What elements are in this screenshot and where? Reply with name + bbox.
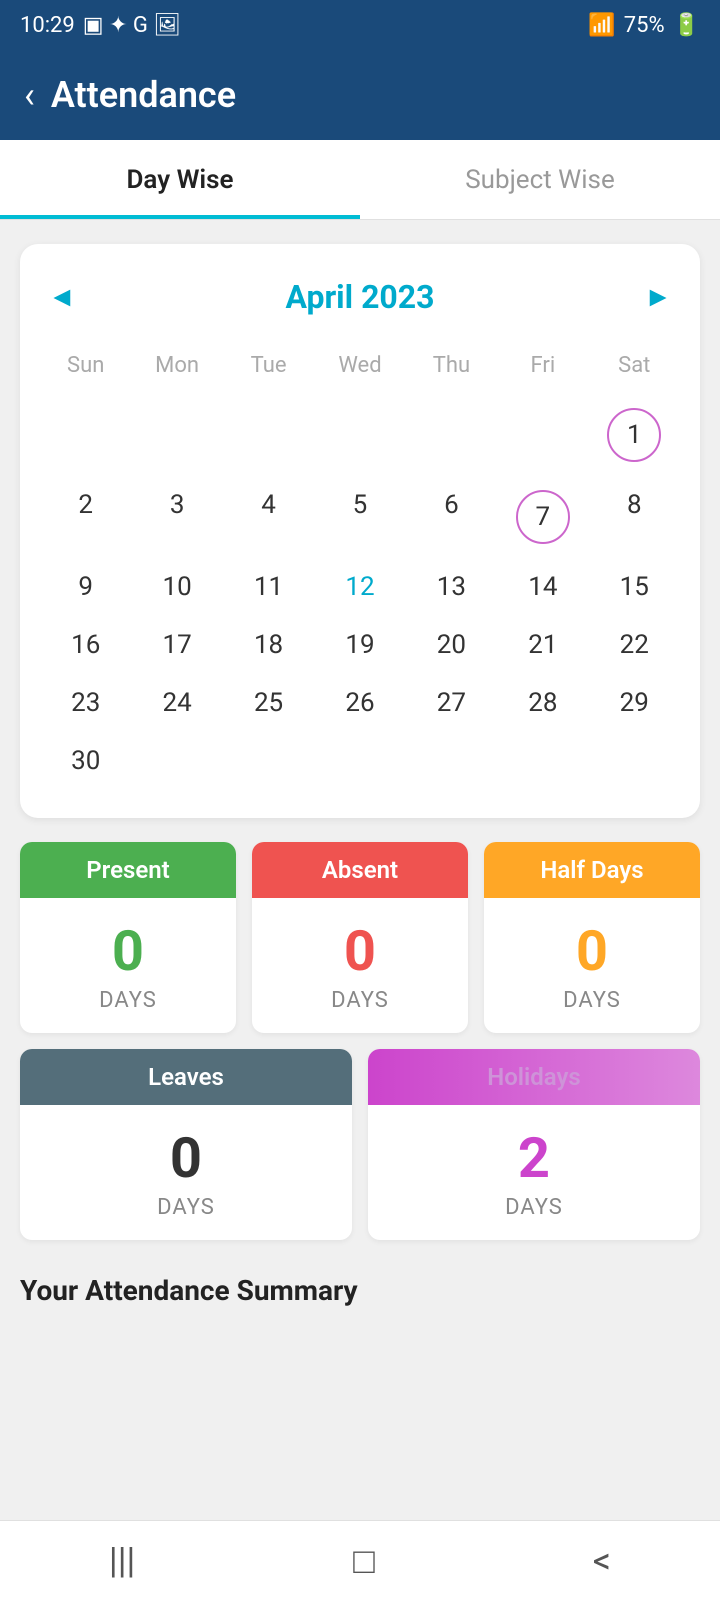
cal-day-9[interactable]: 9 (40, 558, 131, 616)
weekday-fri: Fri (497, 345, 588, 386)
cal-empty-end-6 (589, 732, 680, 790)
stat-holidays: Holidays 2 DAYS (368, 1049, 700, 1240)
stat-absent: Absent 0 DAYS (252, 842, 468, 1033)
cal-day-26[interactable]: 26 (314, 674, 405, 732)
weekday-thu: Thu (406, 345, 497, 386)
weekday-sun: Sun (40, 345, 131, 386)
cal-empty-end-2 (223, 732, 314, 790)
cal-day-4[interactable]: 4 (223, 476, 314, 558)
cal-day-15[interactable]: 15 (589, 558, 680, 616)
cal-day-16[interactable]: 16 (40, 616, 131, 674)
calendar-month-year: April 2023 (285, 278, 434, 316)
status-time: 10:29 (20, 13, 75, 38)
cal-day-23[interactable]: 23 (40, 674, 131, 732)
absent-value: 0 (252, 898, 468, 988)
stats-top-row: Present 0 DAYS Absent 0 DAYS Half Days 0… (20, 842, 700, 1033)
next-month-button[interactable]: ► (636, 272, 680, 321)
cal-day-6[interactable]: 6 (406, 476, 497, 558)
weekday-tue: Tue (223, 345, 314, 386)
prev-month-button[interactable]: ◄ (40, 272, 84, 321)
stat-present: Present 0 DAYS (20, 842, 236, 1033)
leaves-value: 0 (20, 1105, 352, 1195)
absent-unit: DAYS (252, 988, 468, 1033)
cal-day-1[interactable]: 1 (589, 394, 680, 476)
menu-icon[interactable]: ||| (109, 1540, 135, 1582)
holidays-unit: DAYS (368, 1195, 700, 1240)
cal-day-5[interactable]: 5 (314, 476, 405, 558)
holidays-label: Holidays (368, 1049, 700, 1105)
leaves-label: Leaves (20, 1049, 352, 1105)
cal-empty-end-5 (497, 732, 588, 790)
cal-day-3[interactable]: 3 (131, 476, 222, 558)
cal-day-8[interactable]: 8 (589, 476, 680, 558)
absent-label: Absent (252, 842, 468, 898)
tab-subject-wise[interactable]: Subject Wise (360, 140, 720, 219)
cal-day-30[interactable]: 30 (40, 732, 131, 790)
halfdays-value: 0 (484, 898, 700, 988)
cal-day-25[interactable]: 25 (223, 674, 314, 732)
cal-day-28[interactable]: 28 (497, 674, 588, 732)
stat-halfdays: Half Days 0 DAYS (484, 842, 700, 1033)
app-header: ‹ Attendance (0, 50, 720, 140)
weekday-mon: Mon (131, 345, 222, 386)
wifi-icon: 📶 (588, 13, 615, 38)
leaves-unit: DAYS (20, 1195, 352, 1240)
cal-day-12[interactable]: 12 (314, 558, 405, 616)
cal-empty-end-3 (314, 732, 405, 790)
cal-day-13[interactable]: 13 (406, 558, 497, 616)
holidays-value: 2 (368, 1105, 700, 1195)
weekday-sat: Sat (589, 345, 680, 386)
present-value: 0 (20, 898, 236, 988)
bottom-nav: ||| □ < (0, 1520, 720, 1600)
cal-day-22[interactable]: 22 (589, 616, 680, 674)
main-content: ◄ April 2023 ► Sun Mon Tue Wed Thu Fri S… (0, 220, 720, 1351)
status-right: 📶 75% 🔋 (588, 13, 700, 38)
cal-day-20[interactable]: 20 (406, 616, 497, 674)
cal-day-18[interactable]: 18 (223, 616, 314, 674)
calendar-header: ◄ April 2023 ► (40, 272, 680, 321)
cal-day-17[interactable]: 17 (131, 616, 222, 674)
status-left: 10:29 ▣ ✦ G 🖼 (20, 13, 181, 38)
stats-bottom-row: Leaves 0 DAYS Holidays 2 DAYS (20, 1049, 700, 1240)
stat-leaves: Leaves 0 DAYS (20, 1049, 352, 1240)
cal-day-7[interactable]: 7 (497, 476, 588, 558)
halfdays-label: Half Days (484, 842, 700, 898)
calendar-weekdays: Sun Mon Tue Wed Thu Fri Sat (40, 345, 680, 386)
cal-day-29[interactable]: 29 (589, 674, 680, 732)
cal-day-10[interactable]: 10 (131, 558, 222, 616)
status-icons: ▣ ✦ G 🖼 (83, 13, 182, 38)
present-unit: DAYS (20, 988, 236, 1033)
cal-empty-5 (406, 394, 497, 476)
status-bar: 10:29 ▣ ✦ G 🖼 📶 75% 🔋 (0, 0, 720, 50)
cal-day-24[interactable]: 24 (131, 674, 222, 732)
cal-day-2[interactable]: 2 (40, 476, 131, 558)
present-label: Present (20, 842, 236, 898)
cal-empty-6 (497, 394, 588, 476)
cal-empty-end-4 (406, 732, 497, 790)
back-nav-icon[interactable]: < (593, 1540, 611, 1582)
cal-empty-1 (40, 394, 131, 476)
cal-empty-end-1 (131, 732, 222, 790)
cal-day-11[interactable]: 11 (223, 558, 314, 616)
battery-icon: 🔋 (673, 13, 700, 38)
tab-bar: Day Wise Subject Wise (0, 140, 720, 220)
cal-day-14[interactable]: 14 (497, 558, 588, 616)
cal-day-27[interactable]: 27 (406, 674, 497, 732)
battery-level: 75% (624, 13, 665, 38)
cal-empty-2 (131, 394, 222, 476)
cal-day-19[interactable]: 19 (314, 616, 405, 674)
calendar-card: ◄ April 2023 ► Sun Mon Tue Wed Thu Fri S… (20, 244, 700, 818)
page-title: Attendance (51, 74, 236, 116)
cal-empty-4 (314, 394, 405, 476)
cal-day-21[interactable]: 21 (497, 616, 588, 674)
weekday-wed: Wed (314, 345, 405, 386)
calendar-days: 1 2 3 4 5 6 7 8 9 10 11 12 13 14 15 16 1… (40, 394, 680, 790)
cal-empty-3 (223, 394, 314, 476)
home-icon[interactable]: □ (353, 1540, 375, 1582)
halfdays-unit: DAYS (484, 988, 700, 1033)
attendance-summary-title: Your Attendance Summary (20, 1264, 700, 1327)
tab-day-wise[interactable]: Day Wise (0, 140, 360, 219)
back-button[interactable]: ‹ (24, 74, 35, 116)
